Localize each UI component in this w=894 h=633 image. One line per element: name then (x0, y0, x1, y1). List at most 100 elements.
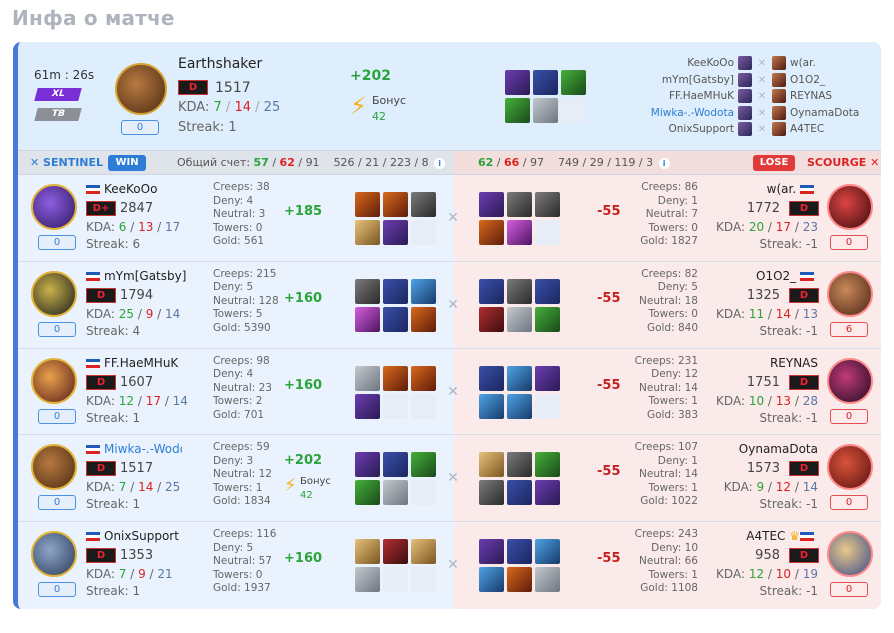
item-icon[interactable] (561, 70, 586, 95)
item-icon[interactable] (507, 220, 532, 245)
roster-right-name[interactable]: REYNAS (790, 88, 832, 105)
item-icon[interactable] (507, 539, 532, 565)
item-icon[interactable] (535, 278, 560, 304)
item-icon[interactable] (479, 365, 504, 391)
item-icon[interactable] (479, 539, 504, 565)
roster-left-name[interactable]: Miwka-.-Wodota (651, 105, 734, 122)
hero-portrait[interactable] (115, 63, 167, 115)
item-icon[interactable] (383, 365, 408, 391)
item-icon[interactable] (383, 539, 408, 565)
roster-left-name[interactable]: FF.HaeMHuK (669, 88, 734, 105)
bonus-value: 42 (372, 110, 386, 123)
hero-portrait[interactable] (31, 184, 77, 230)
info-icon[interactable]: i (658, 158, 670, 169)
player-name[interactable]: A4TEC ♛ (746, 529, 818, 543)
sentinel-text: SENTINEL (43, 156, 104, 169)
item-icon[interactable] (479, 452, 504, 478)
hero-portrait[interactable] (827, 184, 873, 230)
hero-portrait[interactable] (827, 531, 873, 578)
item-icon[interactable] (507, 480, 532, 506)
towers: Towers: 1 (648, 395, 698, 408)
item-icon[interactable] (535, 567, 560, 593)
item-icon[interactable] (535, 452, 560, 478)
assists: 13 (802, 306, 818, 321)
item-icon[interactable] (355, 539, 380, 565)
item-icon[interactable] (507, 192, 532, 217)
item-icon[interactable] (479, 192, 504, 217)
item-icon[interactable] (507, 306, 532, 332)
item-icon[interactable] (535, 480, 560, 506)
roster-left-name[interactable]: OnixSupport (668, 121, 734, 138)
rating-delta: -55 (597, 377, 621, 393)
hero-thumb-icon (738, 89, 752, 103)
item-icon[interactable] (535, 306, 560, 332)
roster-right-name[interactable]: O1O2_ (790, 72, 825, 89)
item-icon[interactable] (535, 539, 560, 565)
item-icon[interactable] (507, 365, 532, 391)
crossed-swords-icon: ✕ (447, 557, 459, 574)
item-icon[interactable] (479, 480, 504, 506)
deny: Deny: 3 (213, 454, 254, 467)
player-name[interactable]: Miwka-.-Wodota (86, 442, 182, 456)
item-icon[interactable] (533, 70, 558, 95)
item-icon[interactable] (355, 365, 380, 391)
item-icon[interactable] (507, 393, 532, 419)
item-icon[interactable] (507, 452, 532, 478)
item-icon[interactable] (355, 393, 380, 419)
item-icon[interactable] (533, 98, 558, 123)
item-icon[interactable] (479, 567, 504, 593)
hero-portrait[interactable] (31, 270, 77, 317)
roster-right-name[interactable]: OynamaDota (790, 105, 859, 122)
item-icon[interactable] (411, 539, 436, 565)
player-name[interactable]: mYm[Gatsby] (86, 269, 186, 283)
hero-portrait[interactable] (827, 357, 873, 404)
item-icon[interactable] (411, 278, 436, 304)
item-icon[interactable] (411, 452, 436, 478)
item-icon[interactable] (411, 192, 436, 217)
roster-left-name[interactable]: mYm[Gatsby] (662, 72, 734, 89)
player-name[interactable]: REYNAS (770, 356, 818, 370)
roster-right-name[interactable]: A4TEC (790, 121, 824, 138)
hero-portrait[interactable] (31, 357, 77, 404)
item-icon[interactable] (355, 278, 380, 304)
player-name[interactable]: OnixSupport (86, 529, 179, 543)
creeps: Creeps: 243 (634, 528, 698, 541)
item-icon[interactable] (355, 192, 380, 217)
player-name-text: w(ar. (766, 182, 797, 196)
item-icon[interactable] (355, 480, 380, 506)
roster-row: Miwka-.-Wodota ✕ OynamaDota (626, 105, 881, 122)
roster-right-name[interactable]: w(ar. (790, 55, 816, 72)
item-icon[interactable] (355, 220, 380, 245)
item-icon[interactable] (479, 393, 504, 419)
item-icon[interactable] (411, 306, 436, 332)
hero-portrait[interactable] (31, 531, 77, 578)
item-icon[interactable] (355, 306, 380, 332)
item-icon[interactable] (355, 567, 380, 593)
roster-left-name[interactable]: KeeKoOo (687, 55, 734, 72)
player-name[interactable]: FF.HaeMHuK (86, 356, 178, 370)
item-icon[interactable] (505, 70, 530, 95)
item-icon[interactable] (507, 567, 532, 593)
item-icon[interactable] (535, 365, 560, 391)
item-icon[interactable] (383, 192, 408, 217)
player-name[interactable]: KeeKoOo (86, 182, 157, 196)
item-icon[interactable] (383, 306, 408, 332)
item-icon[interactable] (479, 306, 504, 332)
item-icon[interactable] (383, 220, 408, 245)
item-icon[interactable] (383, 278, 408, 304)
player-name[interactable]: w(ar. (767, 182, 818, 196)
item-icon[interactable] (479, 278, 504, 304)
item-icon[interactable] (383, 480, 408, 506)
item-icon[interactable] (383, 452, 408, 478)
item-icon[interactable] (355, 452, 380, 478)
item-icon[interactable] (505, 98, 530, 123)
info-icon[interactable]: i (434, 158, 446, 169)
item-icon[interactable] (411, 365, 436, 391)
streak: Streak: 1 (86, 497, 141, 512)
player-name[interactable]: OynamaDota (739, 442, 818, 456)
hero-portrait[interactable] (827, 270, 873, 317)
item-icon[interactable] (479, 220, 504, 245)
player-name[interactable]: O1O2_ (756, 269, 818, 283)
item-icon[interactable] (507, 278, 532, 304)
item-icon[interactable] (535, 192, 560, 217)
